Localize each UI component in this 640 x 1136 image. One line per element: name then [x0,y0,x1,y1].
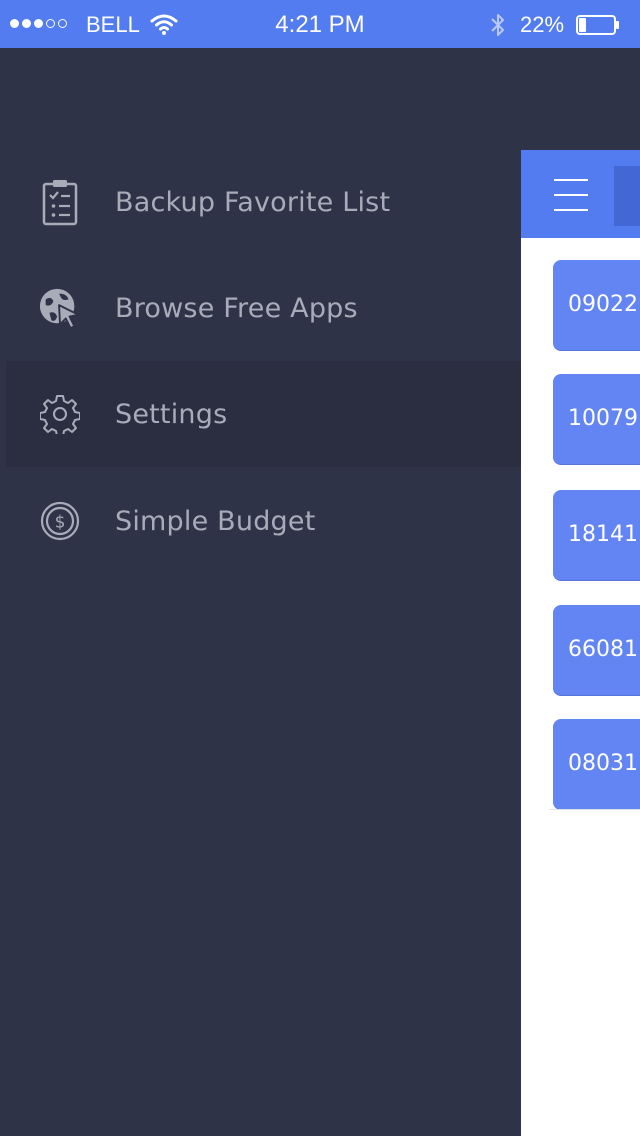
entry-code: 10079 [568,406,638,431]
list-item[interactable]: 10079 [553,374,640,464]
list-item[interactable]: 18141 [553,490,640,580]
nav-segment-control[interactable] [614,166,640,226]
menu-item-simple-budget[interactable]: $ Simple Budget [6,468,521,574]
entry-code: 18141 [568,522,638,547]
entry-code: 08031 [568,751,638,776]
entry-code: 66081 [568,637,638,662]
hamburger-line [554,179,588,181]
dollar-coin-icon: $ [38,497,82,545]
side-menu: Backup Favorite List Browse Free Apps Se… [0,48,521,1136]
svg-text:$: $ [55,513,66,533]
nav-bar [521,150,640,238]
menu-item-label: Backup Favorite List [115,186,391,218]
menu-item-label: Settings [115,398,228,430]
menu-item-label: Browse Free Apps [115,292,358,324]
battery-percent: 22% [520,12,565,37]
status-bar: BELL 4:21 PM 22% [0,0,640,48]
hamburger-menu-icon[interactable] [554,179,588,213]
entry-code: 09022 [568,292,638,317]
clipboard-checklist-icon [38,178,82,226]
bluetooth-icon [491,14,504,36]
menu-item-settings[interactable]: Settings [6,361,521,467]
list-item[interactable]: 66081 [553,605,640,695]
list-item[interactable]: 09022 [553,260,640,350]
list-item[interactable]: 08031 [553,719,640,809]
globe-cursor-icon [38,284,82,332]
hamburger-line [554,194,588,196]
hamburger-line [554,209,588,211]
list-divider [549,809,640,810]
menu-item-browse-free-apps[interactable]: Browse Free Apps [6,255,521,361]
menu-item-backup-favorite-list[interactable]: Backup Favorite List [6,149,521,255]
gear-icon [38,390,82,438]
menu-item-label: Simple Budget [115,505,316,537]
battery-icon [576,15,619,35]
main-panel[interactable]: 09022 10079 18141 66081 08031 [521,150,640,1136]
